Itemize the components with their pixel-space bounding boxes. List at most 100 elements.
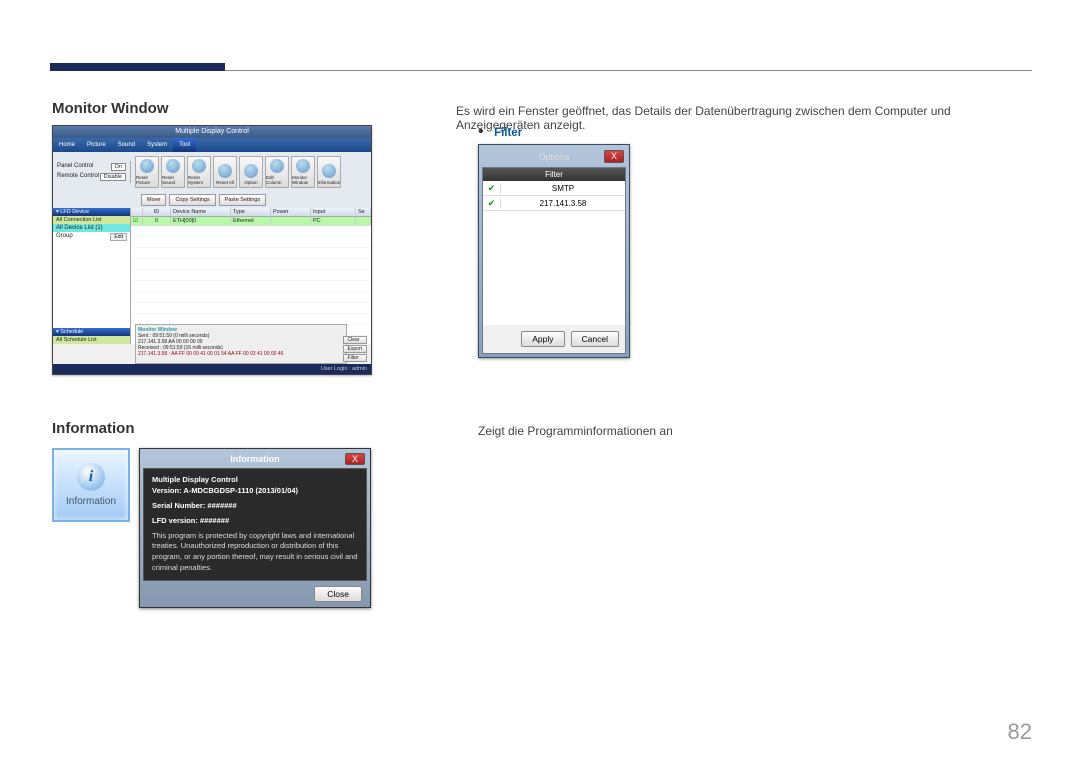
cancel-button[interactable]: Cancel (571, 331, 619, 347)
log-filter-button[interactable]: Filter (343, 354, 367, 362)
row-power (271, 217, 311, 225)
group-edit-button[interactable]: Edit (110, 233, 127, 241)
filter-dialog-inner: Filter ✔ SMTP ✔ 217.141.3.58 Apply Cance… (482, 167, 626, 354)
th-id: ID (143, 208, 171, 216)
reset-system-icon (192, 159, 206, 173)
reset-all-button[interactable]: Reset All (213, 156, 237, 188)
information-description: Zeigt die Programminformationen an (478, 424, 673, 438)
row-device-name: ETH[00]0 (171, 217, 231, 225)
row-se (356, 217, 371, 225)
filter-row-ip[interactable]: ✔ 217.141.3.58 (483, 196, 625, 211)
option-button[interactable]: Option (239, 156, 263, 188)
info-lfd-version: LFD version: ####### (152, 516, 358, 527)
reset-picture-icon (140, 159, 154, 173)
info-dialog-close-button[interactable]: X (345, 453, 365, 465)
monitor-window-button[interactable]: Monitor Window (291, 156, 315, 188)
side-spacer (53, 242, 130, 328)
filter-dialog: Options X Filter ✔ SMTP ✔ 217.141.3.58 A… (478, 144, 630, 358)
panel-control-label: Panel Control (57, 163, 93, 171)
th-type: Type (231, 208, 271, 216)
remote-control-select[interactable]: Disable (100, 173, 126, 181)
log-buttons: Clear Export Filter (343, 336, 367, 362)
reset-sound-button[interactable]: Reset Sound (161, 156, 185, 188)
paste-settings-button[interactable]: Paste Settings (219, 194, 266, 206)
th-se: Se (356, 208, 371, 216)
mdc-toolbar: Panel Control On Remote ControlDisable Re… (53, 152, 371, 192)
filter-list: ✔ SMTP ✔ 217.141.3.58 (483, 181, 625, 325)
monitor-window-icon (296, 159, 310, 173)
page-number: 82 (1008, 719, 1032, 745)
copy-settings-button[interactable]: Copy Settings (169, 194, 215, 206)
th-input: Input (311, 208, 356, 216)
section-title-monitor: Monitor Window (52, 100, 169, 117)
mdc-sidebar: ▾ LFD Device All Connection List All Dev… (53, 208, 131, 344)
side-schedule-header[interactable]: ▾ Schedule (53, 328, 130, 336)
check-icon[interactable]: ✔ (483, 183, 501, 194)
side-all-connection[interactable]: All Connection List (53, 216, 130, 224)
information-icon (322, 164, 336, 178)
reset-all-icon (218, 164, 232, 178)
table-row[interactable]: 0 ETH[00]0 Ethernet PC (131, 217, 371, 226)
side-lfd-header[interactable]: ▾ LFD Device (53, 208, 130, 216)
filter-dialog-titlebar: Options X (482, 148, 626, 167)
edit-column-icon (270, 159, 284, 173)
info-version: Version: A-MDCBGDSP-1110 (2013/01/04) (152, 486, 358, 497)
menu-picture[interactable]: Picture (81, 138, 112, 152)
mdc-window: Multiple Display Control Home Picture So… (52, 125, 372, 375)
table-header: ID Device Name Type Power Input Se (131, 208, 371, 217)
mdc-footer: User Login : admin (53, 364, 371, 374)
filter-row-smtp[interactable]: ✔ SMTP (483, 181, 625, 196)
apply-button[interactable]: Apply (521, 331, 564, 347)
information-tile[interactable]: i Information (52, 448, 130, 522)
menu-home[interactable]: Home (53, 138, 81, 152)
info-product-name: Multiple Display Control (152, 475, 358, 486)
reset-picture-button[interactable]: Reset Picture (135, 156, 159, 188)
log-clear-button[interactable]: Clear (343, 336, 367, 344)
info-icon: i (77, 463, 105, 491)
info-serial: Serial Number: ####### (152, 501, 358, 512)
toolbar-controls: Panel Control On Remote ControlDisable (53, 161, 131, 183)
bullet-dot: • (478, 123, 484, 140)
side-all-schedule[interactable]: All Schedule List (53, 336, 130, 344)
log-export-button[interactable]: Export (343, 345, 367, 353)
th-check[interactable] (131, 208, 143, 216)
mdc-toolbar2: Move Copy Settings Paste Settings (53, 192, 371, 208)
toolbar-buttons: Reset Picture Reset Sound Reset System R… (131, 156, 371, 188)
move-button[interactable]: Move (141, 194, 166, 206)
filter-row-label: SMTP (501, 184, 625, 193)
header-accent (50, 63, 225, 71)
menu-sound[interactable]: Sound (112, 138, 141, 152)
th-power: Power (271, 208, 311, 216)
info-copyright: This program is protected by copyright l… (152, 531, 358, 575)
mdc-window-title: Multiple Display Control (53, 126, 371, 138)
edit-column-button[interactable]: Edit Column (265, 156, 289, 188)
log-line4: 217.141.3.58 : AA FF 00 09 41 00 01 54 A… (138, 351, 344, 357)
menu-system[interactable]: System (141, 138, 173, 152)
check-icon[interactable]: ✔ (483, 198, 501, 209)
section-title-information: Information (52, 420, 135, 437)
panel-control-select[interactable]: On (111, 163, 126, 171)
row-id: 0 (143, 217, 171, 225)
info-close-button[interactable]: Close (314, 586, 362, 602)
row-input: PC (311, 217, 356, 225)
mdc-log-panel: Monitor Window Sent : 09:51:59 (0 milli … (135, 324, 347, 364)
side-group[interactable]: Group Edit (53, 232, 130, 242)
filter-row-label: 217.141.3.58 (501, 199, 625, 208)
row-type: Ethernet (231, 217, 271, 225)
row-check[interactable] (131, 217, 143, 225)
filter-actions: Apply Cancel (483, 325, 625, 353)
remote-control-label: Remote Control (57, 173, 99, 181)
menu-tool[interactable]: Tool (173, 138, 196, 152)
filter-subtitle: Filter (483, 168, 625, 181)
side-all-device[interactable]: All Device List (1) (53, 224, 130, 232)
info-dialog-title: Information (165, 454, 345, 464)
info-tile-label: Information (66, 496, 116, 507)
filter-bullet: • Filter (478, 123, 522, 141)
group-label: Group (56, 233, 73, 241)
option-icon (244, 164, 258, 178)
reset-system-button[interactable]: Reset System (187, 156, 211, 188)
filter-dialog-close-button[interactable]: X (604, 150, 624, 163)
information-button[interactable]: Information (317, 156, 341, 188)
info-dialog-actions: Close (143, 581, 367, 607)
reset-sound-icon (166, 159, 180, 173)
